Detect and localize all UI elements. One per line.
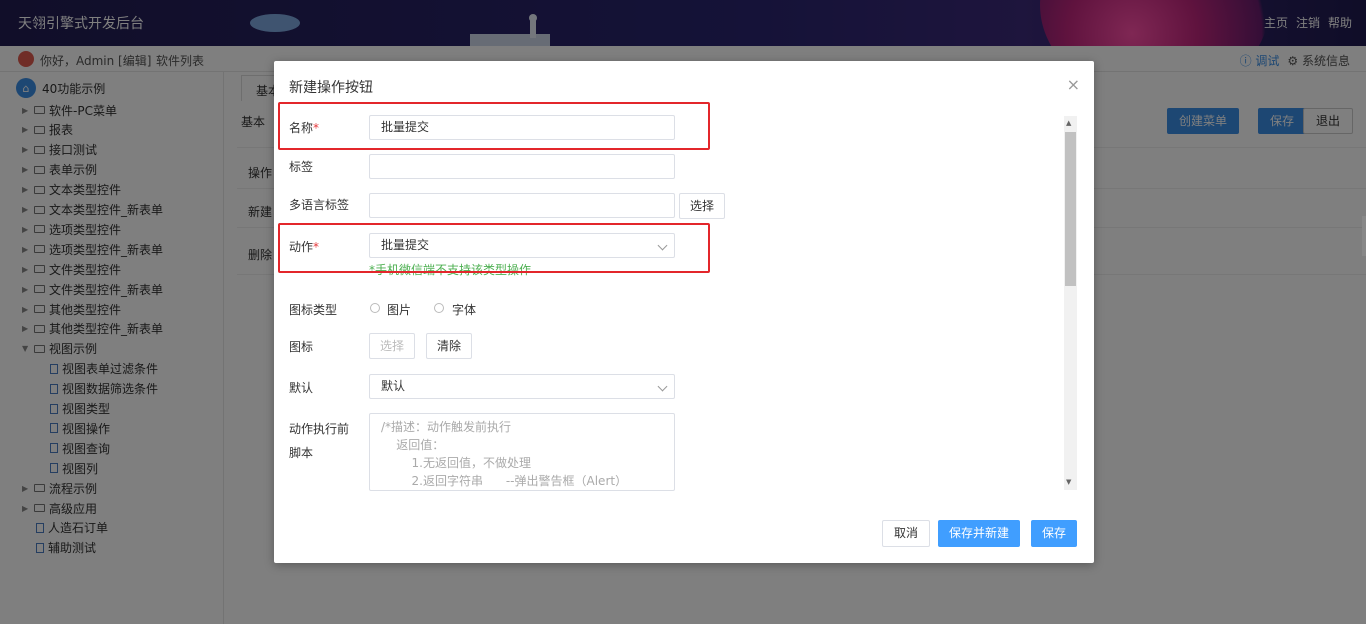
default-select[interactable]: 默认 [369,374,675,399]
save-button[interactable]: 保存 [1031,520,1078,547]
new-action-button-dialog: 新建操作按钮 × 名称* 批量提交 标签 多语言标签 选择 动作* 批量提交 *… [274,61,1094,563]
icon-label: 图标 [289,340,314,354]
highlight-box-name [278,102,710,150]
tag-field[interactable] [369,154,675,179]
i18n-label: 多语言标签 [289,198,350,212]
i18n-field[interactable] [369,193,675,218]
highlight-box-action [278,223,710,273]
radio-image-label: 图片 [387,303,412,317]
close-icon[interactable]: × [1067,75,1080,94]
icon-type-label: 图标类型 [289,303,338,317]
i18n-choose-button[interactable]: 选择 [679,193,726,219]
tag-label: 标签 [289,160,314,174]
save-and-new-button[interactable]: 保存并新建 [938,520,1021,547]
default-select-value: 默认 [381,379,406,393]
radio-image[interactable] [370,303,380,313]
dialog-scrollbar[interactable]: ▲ ▼ [1064,116,1077,490]
scroll-up-icon[interactable]: ▲ [1066,119,1071,127]
radio-font[interactable] [434,303,444,313]
chevron-down-icon [657,381,668,392]
dialog-title: 新建操作按钮 [289,80,373,96]
icon-choose-button[interactable]: 选择 [369,333,416,359]
page-scrollbar[interactable] [1362,216,1366,256]
scroll-down-icon[interactable]: ▼ [1066,478,1071,486]
default-label: 默认 [289,381,314,395]
script-label: 动作执行前 脚本 [289,422,350,460]
script-textarea[interactable]: /*描述：动作触发前执行 返回值： 1.无返回值，不做处理 2.返回字符串 --… [369,413,675,491]
cancel-button[interactable]: 取消 [882,520,931,547]
radio-font-label: 字体 [452,303,477,317]
scroll-thumb[interactable] [1065,132,1076,286]
icon-clear-button[interactable]: 清除 [426,333,473,359]
